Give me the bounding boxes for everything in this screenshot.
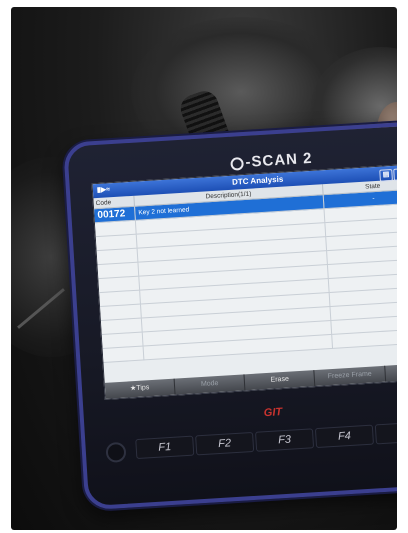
brand-c-icon xyxy=(230,156,244,171)
freeze-frame-button[interactable]: Freeze Frame xyxy=(314,365,386,387)
photo: -SCAN 2 ▮▶≈ DTC Analysis ▤↶⌂ Code Descri… xyxy=(11,7,397,530)
device-screen: ▮▶≈ DTC Analysis ▤↶⌂ Code Description(1/… xyxy=(91,163,397,400)
f2-key[interactable]: F2 xyxy=(195,431,255,456)
function-keys: F1 F2 F3 F4 F5 xyxy=(135,420,397,460)
titlebar-buttons: ▤↶⌂ xyxy=(378,165,397,182)
status-icons: ▮▶≈ xyxy=(96,186,111,195)
power-button[interactable] xyxy=(105,441,127,463)
erase-button[interactable]: Erase xyxy=(244,370,316,391)
tips-button[interactable]: ★Tips xyxy=(104,378,176,399)
f1-key[interactable]: F1 xyxy=(135,435,195,460)
print-icon[interactable]: ▤ xyxy=(379,168,393,182)
blank-button[interactable] xyxy=(384,362,397,382)
scan-tool-device: -SCAN 2 ▮▶≈ DTC Analysis ▤↶⌂ Code Descri… xyxy=(63,119,397,511)
mode-button[interactable]: Mode xyxy=(174,374,246,395)
f5-key[interactable]: F5 xyxy=(374,420,397,445)
f4-key[interactable]: F4 xyxy=(314,424,374,449)
dtc-table: Code Description(1/1) State 00172 Key 2 … xyxy=(93,178,397,363)
f3-key[interactable]: F3 xyxy=(254,428,315,452)
git-logo: GIT xyxy=(263,406,283,420)
screen-title: DTC Analysis xyxy=(231,174,284,187)
back-icon[interactable]: ↶ xyxy=(393,168,397,181)
bottom-button-bar: ★Tips Mode Erase Freeze Frame xyxy=(104,362,397,399)
device-brand: -SCAN 2 xyxy=(230,150,313,172)
